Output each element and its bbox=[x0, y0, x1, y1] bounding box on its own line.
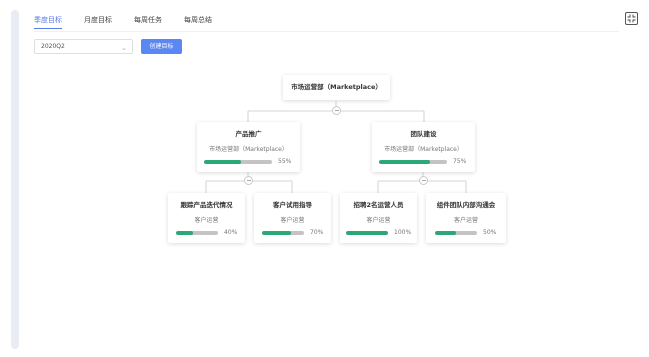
goal-department: 市场运营部（Marketplace） bbox=[209, 146, 288, 153]
progress-fill bbox=[204, 159, 242, 164]
progress-percent: 70% bbox=[310, 229, 324, 236]
progress-bar bbox=[176, 230, 218, 235]
goal-department: 客户运营 bbox=[366, 217, 391, 224]
goal-title: 团队建设 bbox=[410, 130, 437, 138]
progress-percent: 75% bbox=[453, 158, 467, 165]
goal-node-root[interactable]: 市场运营部（Marketplace） bbox=[283, 75, 390, 100]
progress-percent: 55% bbox=[278, 158, 292, 165]
tree-connectors bbox=[205, 101, 467, 193]
goal-node-track-iteration[interactable]: 跟踪产品迭代情况 客户运营 40% bbox=[168, 193, 245, 243]
collapse-toggle-team-building[interactable] bbox=[419, 176, 428, 185]
goal-node-customer-trial[interactable]: 客户试用指导 客户运营 70% bbox=[254, 193, 331, 243]
goal-node-product-promotion[interactable]: 产品推广 市场运营部（Marketplace） 55% bbox=[197, 122, 300, 172]
main-panel: 季度目标 月度目标 每周任务 每周总结 2020Q2 ⌄ 创建目标 市场运营部（… bbox=[25, 0, 649, 357]
progress-fill bbox=[379, 159, 430, 164]
collapse-toggle-root[interactable] bbox=[332, 106, 341, 115]
minus-icon bbox=[246, 180, 251, 181]
goal-title: 组件团队内部沟通会 bbox=[436, 201, 496, 209]
progress-bar bbox=[379, 159, 447, 164]
progress-bar bbox=[262, 230, 304, 235]
side-scroll-rail bbox=[11, 10, 19, 349]
goal-node-team-building[interactable]: 团队建设 市场运营部（Marketplace） 75% bbox=[372, 122, 475, 172]
goal-title: 客户试用指导 bbox=[273, 201, 312, 209]
progress-fill bbox=[176, 230, 193, 235]
goal-title: 产品推广 bbox=[235, 130, 262, 138]
progress-percent: 100% bbox=[394, 229, 412, 236]
goal-title: 跟踪产品迭代情况 bbox=[180, 201, 233, 209]
progress-percent: 50% bbox=[483, 229, 497, 236]
goal-node-team-meeting[interactable]: 组件团队内部沟通会 客户运营 50% bbox=[426, 193, 506, 243]
goal-title: 招聘2名运营人员 bbox=[353, 201, 404, 209]
goal-department: 客户运营 bbox=[280, 217, 305, 224]
progress-fill bbox=[346, 230, 388, 235]
goal-node-hire-staff[interactable]: 招聘2名运营人员 客户运营 100% bbox=[340, 193, 417, 243]
goal-department: 客户运营 bbox=[453, 217, 478, 224]
progress-fill bbox=[262, 230, 292, 235]
goal-department: 客户运营 bbox=[194, 217, 219, 224]
minus-icon bbox=[334, 110, 339, 111]
goal-title: 市场运营部（Marketplace） bbox=[291, 83, 382, 91]
progress-bar bbox=[346, 230, 388, 235]
progress-bar bbox=[204, 159, 272, 164]
minus-icon bbox=[421, 180, 426, 181]
progress-fill bbox=[435, 230, 456, 235]
goal-department: 市场运营部（Marketplace） bbox=[384, 146, 463, 153]
progress-bar bbox=[435, 230, 477, 235]
progress-percent: 40% bbox=[224, 229, 238, 236]
collapse-toggle-product-promotion[interactable] bbox=[244, 176, 253, 185]
